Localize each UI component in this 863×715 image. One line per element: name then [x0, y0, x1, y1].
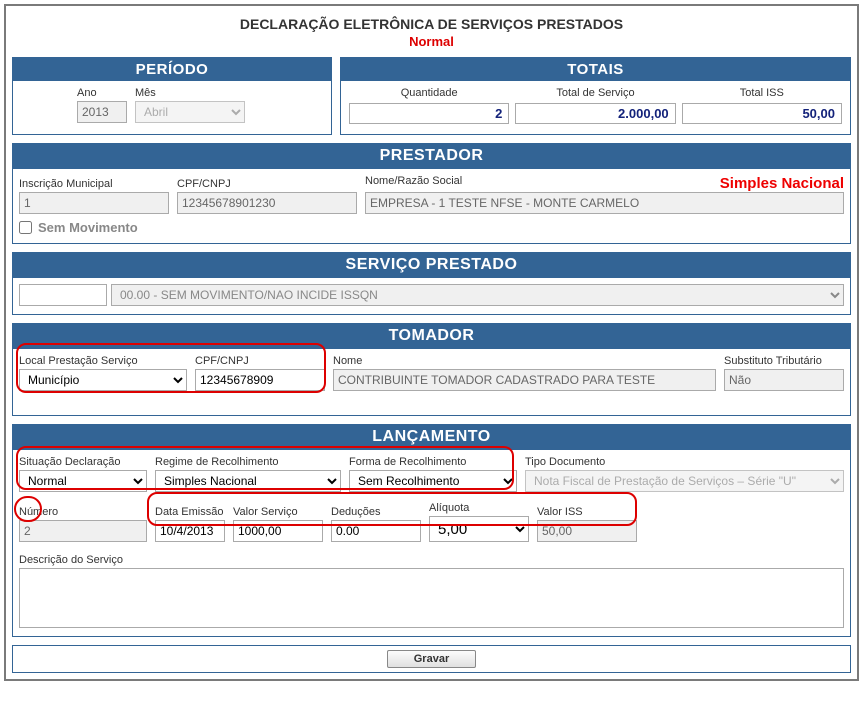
aliquota-select[interactable]: 5,00 — [429, 516, 529, 542]
servico-header: SERVIÇO PRESTADO — [12, 252, 851, 278]
substituto-input — [724, 369, 844, 391]
inscricao-input — [19, 192, 169, 214]
tomador-nome-input — [333, 369, 716, 391]
total-servico-value: 2.000,00 — [515, 103, 675, 124]
prestador-nome-label: Nome/Razão Social — [365, 175, 462, 187]
gravar-button[interactable]: Gravar — [387, 650, 476, 668]
prestador-body: Inscrição Municipal CPF/CNPJ Nome/Razão … — [12, 169, 851, 244]
prestador-cpf-input — [177, 192, 357, 214]
inscricao-label: Inscrição Municipal — [19, 178, 169, 190]
numero-input — [19, 520, 147, 542]
servico-codigo-input[interactable] — [19, 284, 107, 306]
sem-movimento-checkbox[interactable] — [19, 221, 32, 234]
tomador-nome-label: Nome — [333, 355, 716, 367]
substituto-label: Substituto Tributário — [724, 355, 844, 367]
periodo-header: PERÍODO — [13, 58, 331, 81]
sem-movimento-label: Sem Movimento — [38, 220, 138, 235]
regime-select[interactable]: Simples Nacional — [155, 470, 341, 492]
valor-iss-input — [537, 520, 637, 542]
action-bar: Gravar — [12, 645, 851, 673]
quantidade-value: 2 — [349, 103, 509, 124]
prestador-nome-input — [365, 192, 844, 214]
totais-panel: TOTAIS Quantidade 2 Total de Serviço 2.0… — [340, 57, 851, 135]
situacao-label: Situação Declaração — [19, 456, 147, 468]
page-title: DECLARAÇÃO ELETRÔNICA DE SERVIÇOS PRESTA… — [12, 12, 851, 34]
tomador-cpf-label: CPF/CNPJ — [195, 355, 325, 367]
tomador-header: TOMADOR — [12, 323, 851, 349]
total-servico-label: Total de Serviço — [515, 87, 675, 99]
servico-body: 00.00 - SEM MOVIMENTO/NAO INCIDE ISSQN — [12, 278, 851, 315]
data-input[interactable] — [155, 520, 225, 542]
declaration-type: Normal — [12, 34, 851, 57]
tomador-cpf-input[interactable] — [195, 369, 325, 391]
local-label: Local Prestação Serviço — [19, 355, 187, 367]
lancamento-header: LANÇAMENTO — [12, 424, 851, 450]
situacao-select[interactable]: Normal — [19, 470, 147, 492]
lancamento-body: Situação Declaração Normal Regime de Rec… — [12, 450, 851, 637]
numero-label: Número — [19, 506, 147, 518]
deducoes-input[interactable] — [331, 520, 421, 542]
valor-servico-label: Valor Serviço — [233, 506, 323, 518]
prestador-cpf-label: CPF/CNPJ — [177, 178, 357, 190]
aliquota-label: Alíquota — [429, 502, 529, 514]
tomador-body: Local Prestação Serviço Município CPF/CN… — [12, 349, 851, 416]
totais-header: TOTAIS — [341, 58, 850, 81]
ano-label: Ano — [77, 87, 127, 99]
periodo-panel: PERÍODO Ano Mês Abril — [12, 57, 332, 135]
descricao-label: Descrição do Serviço — [19, 554, 844, 566]
mes-select: Abril — [135, 101, 245, 123]
tipo-label: Tipo Documento — [525, 456, 844, 468]
tipo-select: Nota Fiscal de Prestação de Serviços – S… — [525, 470, 844, 492]
data-label: Data Emissão — [155, 506, 225, 518]
ano-input — [77, 101, 127, 123]
regime-label: Regime de Recolhimento — [155, 456, 341, 468]
valor-servico-input[interactable] — [233, 520, 323, 542]
deducoes-label: Deduções — [331, 506, 421, 518]
total-iss-label: Total ISS — [682, 87, 842, 99]
total-iss-value: 50,00 — [682, 103, 842, 124]
servico-descricao-select[interactable]: 00.00 - SEM MOVIMENTO/NAO INCIDE ISSQN — [111, 284, 844, 306]
forma-label: Forma de Recolhimento — [349, 456, 517, 468]
forma-select[interactable]: Sem Recolhimento — [349, 470, 517, 492]
local-select[interactable]: Município — [19, 369, 187, 391]
quantidade-label: Quantidade — [349, 87, 509, 99]
prestador-header: PRESTADOR — [12, 143, 851, 169]
descricao-textarea[interactable] — [19, 568, 844, 628]
valor-iss-label: Valor ISS — [537, 506, 637, 518]
mes-label: Mês — [135, 87, 245, 99]
simples-nacional-badge: Simples Nacional — [720, 175, 844, 192]
